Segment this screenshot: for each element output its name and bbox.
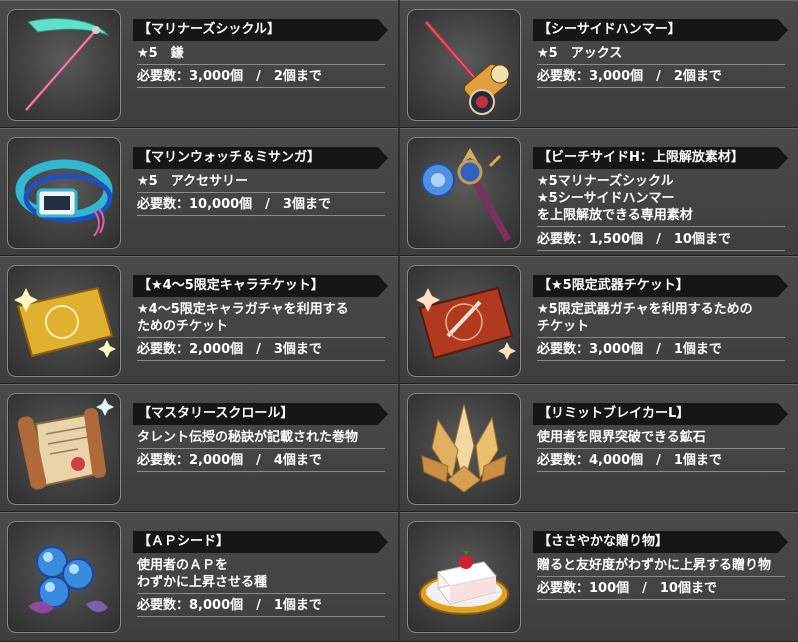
item-description: タレント伝授の秘訣が記載された巻物	[137, 429, 385, 449]
item-requirement: 必要数：2,000個 / 3個まで	[137, 341, 385, 361]
item-description: ★5 アックス	[537, 45, 785, 65]
item-thumbnail	[7, 137, 121, 249]
staff-material-icon	[421, 148, 512, 242]
item-title: 【マスタリースクロール】	[133, 403, 388, 425]
item-card-5[interactable]: 【★5限定武器チケット】 ★5限定武器ガチャを利用するための チケット 必要数：…	[400, 256, 798, 384]
item-description: 贈ると友好度がわずかに上昇する贈り物	[537, 557, 785, 577]
item-title: 【シーサイドハンマー】	[533, 19, 788, 41]
item-title: 【★4～5限定キャラチケット】	[133, 275, 388, 297]
item-thumbnail	[407, 521, 521, 633]
item-title: 【ささやかな贈り物】	[533, 531, 788, 553]
item-description: ★4～5限定キャラガチャを利用する ためのチケット	[137, 301, 385, 338]
exchange-item-grid: 【マリナーズシックル】 ★5 鎌 必要数：3,000個 / 2個まで 【シーサイ…	[0, 0, 798, 642]
red-ticket-icon	[416, 286, 516, 360]
item-title: 【★5限定武器チケット】	[533, 275, 788, 297]
item-requirement: 必要数：4,000個 / 1個まで	[537, 452, 785, 472]
item-description: ★5限定武器ガチャを利用するための チケット	[537, 301, 785, 338]
cake-icon	[419, 551, 509, 615]
item-thumbnail	[7, 393, 121, 505]
scroll-icon	[17, 398, 114, 490]
item-description: ★5 鎌	[137, 45, 385, 65]
item-thumbnail	[407, 137, 521, 249]
item-requirement: 必要数：8,000個 / 1個まで	[137, 597, 385, 617]
item-description: 使用者を限界突破できる鉱石	[537, 429, 785, 449]
item-description: 使用者のＡＰを わずかに上昇させる種	[137, 557, 385, 594]
crystal-ore-icon	[421, 403, 507, 493]
item-requirement: 必要数：100個 / 10個まで	[537, 580, 785, 600]
item-thumbnail	[407, 265, 521, 377]
item-title: 【ビーチサイドH：上限解放素材】	[533, 147, 788, 169]
item-thumbnail	[7, 265, 121, 377]
item-card-3[interactable]: 【ビーチサイドH：上限解放素材】 ★5マリナーズシックル ★5シーサイドハンマー…	[400, 128, 798, 256]
item-card-1[interactable]: 【シーサイドハンマー】 ★5 アックス 必要数：3,000個 / 2個まで	[400, 0, 798, 128]
item-card-0[interactable]: 【マリナーズシックル】 ★5 鎌 必要数：3,000個 / 2個まで	[0, 0, 398, 128]
item-title: 【ＡＰシード】	[133, 531, 388, 553]
item-requirement: 必要数：2,000個 / 4個まで	[137, 452, 385, 472]
item-requirement: 必要数：3,000個 / 1個まで	[537, 341, 785, 361]
hammer-icon	[424, 20, 510, 115]
item-card-6[interactable]: 【マスタリースクロール】 タレント伝授の秘訣が記載された巻物 必要数：2,000…	[0, 384, 398, 512]
item-thumbnail	[407, 393, 521, 505]
item-thumbnail	[7, 9, 121, 121]
item-requirement: 必要数：1,500個 / 10個まで	[537, 231, 785, 251]
item-description: ★5 アクセサリー	[137, 173, 385, 193]
item-card-2[interactable]: 【マリンウォッチ＆ミサンガ】 ★5 アクセサリー 必要数：10,000個 / 3…	[0, 128, 398, 256]
item-thumbnail	[407, 9, 521, 121]
item-card-9[interactable]: 【ささやかな贈り物】 贈ると友好度がわずかに上昇する贈り物 必要数：100個 /…	[400, 512, 798, 642]
watch-bracelet-icon	[15, 159, 113, 237]
item-thumbnail	[7, 521, 121, 633]
item-requirement: 必要数：3,000個 / 2個まで	[537, 68, 785, 88]
item-card-7[interactable]: 【リミットブレイカーL】 使用者を限界突破できる鉱石 必要数：4,000個 / …	[400, 384, 798, 512]
item-title: 【マリンウォッチ＆ミサンガ】	[133, 147, 388, 169]
item-card-4[interactable]: 【★4～5限定キャラチケット】 ★4～5限定キャラガチャを利用する ためのチケッ…	[0, 256, 398, 384]
item-title: 【リミットブレイカーL】	[533, 403, 788, 425]
item-title: 【マリナーズシックル】	[133, 19, 388, 41]
blue-seeds-icon	[28, 546, 108, 614]
teal-scythe-icon	[24, 18, 110, 111]
item-requirement: 必要数：10,000個 / 3個まで	[137, 196, 385, 216]
item-card-8[interactable]: 【ＡＰシード】 使用者のＡＰを わずかに上昇させる種 必要数：8,000個 / …	[0, 512, 398, 642]
item-requirement: 必要数：3,000個 / 2個まで	[137, 68, 385, 88]
gold-ticket-icon	[14, 286, 116, 358]
item-description: ★5マリナーズシックル ★5シーサイドハンマー を上限解放できる専用素材	[537, 173, 785, 227]
